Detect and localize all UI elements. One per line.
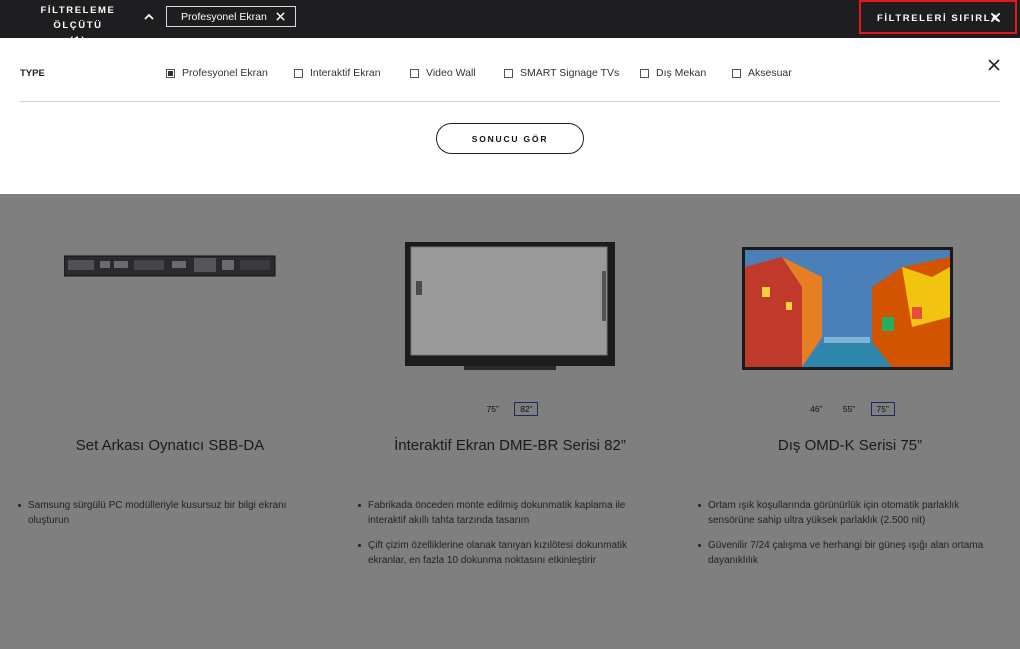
feature-list: Ortam ışık koşullarında görünürlük için … (698, 498, 988, 578)
size-option[interactable]: 46” (805, 403, 827, 415)
close-icon[interactable] (275, 11, 286, 22)
chevron-up-icon[interactable] (141, 9, 157, 25)
filter-topbar: FİLTRELEME ÖLÇÜTÜ (1) Profesyonel Ekran … (0, 0, 1020, 46)
product-image[interactable] (404, 241, 616, 371)
filter-option-profesyonel-ekran[interactable]: Profesyonel Ekran (166, 67, 268, 79)
filter-option-label: Video Wall (426, 67, 476, 79)
filter-option-label: Profesyonel Ekran (182, 67, 268, 79)
size-selector: 75” 82” (340, 402, 680, 416)
product-title[interactable]: İnteraktif Ekran DME-BR Serisi 82” (340, 437, 680, 454)
filter-criteria-label: FİLTRELEME ÖLÇÜTÜ (40, 5, 116, 31)
feature-list: Fabrikada önceden monte edilmiş dokunmat… (358, 498, 648, 578)
size-option[interactable]: 75” (482, 403, 504, 415)
filter-option-label: SMART Signage TVs (520, 67, 620, 79)
checkbox[interactable] (732, 68, 741, 78)
product-card[interactable]: 46” 55” 75” Dış OMD-K Serisi 75” Ortam ı… (680, 194, 1020, 649)
product-card[interactable]: Set Arkası Oynatıcı SBB-DA Samsung sürgü… (0, 194, 340, 649)
filter-option-video-wall[interactable]: Video Wall (410, 67, 476, 79)
filter-option-label: Dış Mekan (656, 67, 707, 79)
filter-option-interaktif-ekran[interactable]: Interaktif Ekran (294, 67, 381, 79)
size-option-selected[interactable]: 82” (514, 402, 539, 416)
feature-item: Samsung sürgülü PC modülleriyle kusursuz… (18, 498, 308, 528)
reset-filters-label: FİLTRELERİ SIFIRLA (877, 13, 1000, 24)
size-option[interactable]: 55” (838, 403, 860, 415)
filter-option-dis-mekan[interactable]: Dış Mekan (640, 67, 706, 79)
size-selector: 46” 55” 75” (680, 402, 1020, 416)
active-filter-chip-label: Profesyonel Ekran (181, 10, 267, 23)
feature-list: Samsung sürgülü PC modülleriyle kusursuz… (18, 498, 308, 538)
feature-item: Fabrikada önceden monte edilmiş dokunmat… (358, 498, 648, 528)
active-filter-chip[interactable]: Profesyonel Ekran (166, 6, 296, 27)
filter-option-aksesuar[interactable]: Aksesuar (732, 67, 792, 79)
checkbox[interactable] (504, 68, 513, 78)
checkbox[interactable] (640, 68, 649, 78)
product-card[interactable]: 75” 82” İnteraktif Ekran DME-BR Serisi 8… (340, 194, 680, 649)
feature-item: Güvenilir 7/24 çalışma ve herhangi bir g… (698, 538, 988, 568)
size-option-selected[interactable]: 75” (870, 402, 895, 416)
close-icon[interactable] (988, 59, 1000, 71)
close-icon (990, 12, 1001, 23)
type-label: TYPE (20, 68, 45, 79)
filter-option-label: Interaktif Ekran (310, 67, 381, 79)
checkbox[interactable] (410, 68, 419, 78)
divider (20, 101, 1000, 102)
filter-option-smart-signage[interactable]: SMART Signage TVs (504, 67, 619, 79)
product-title[interactable]: Set Arkası Oynatıcı SBB-DA (0, 437, 340, 454)
checkbox[interactable] (166, 68, 175, 78)
filter-option-label: Aksesuar (748, 67, 792, 79)
product-image[interactable] (742, 247, 954, 371)
product-image[interactable] (64, 254, 276, 278)
feature-item: Ortam ışık koşullarında görünürlük için … (698, 498, 988, 528)
product-title[interactable]: Dış OMD-K Serisi 75” (680, 437, 1020, 454)
feature-item: Çift çizim özelliklerine olanak tanıyan … (358, 538, 648, 568)
show-results-button[interactable]: SONUCU GÖR (436, 123, 584, 154)
checkbox[interactable] (294, 68, 303, 78)
filter-panel: TYPE Profesyonel Ekran Interaktif Ekran … (0, 38, 1020, 194)
reset-filters-button[interactable]: FİLTRELERİ SIFIRLA (859, 0, 1017, 34)
